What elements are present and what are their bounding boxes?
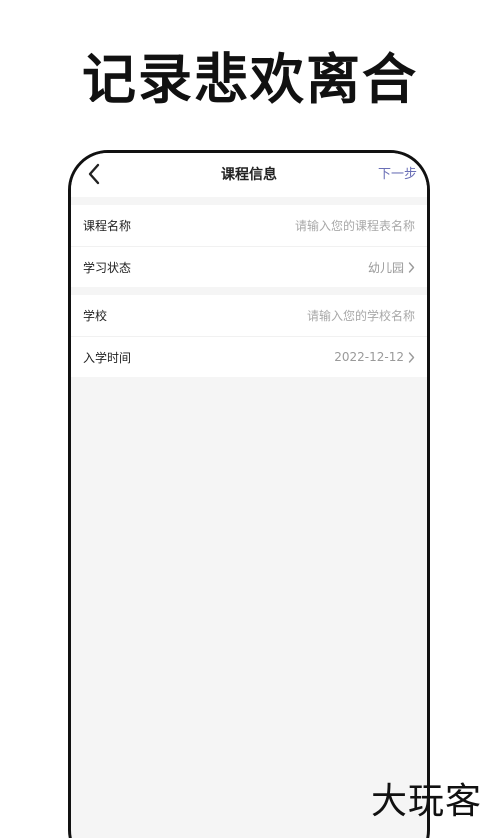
page-title: 课程信息 xyxy=(221,167,277,183)
course-name-row[interactable]: 课程名称 xyxy=(71,205,427,246)
course-name-label: 课程名称 xyxy=(83,219,132,233)
promo-headline: 记录悲欢离合 xyxy=(82,48,418,111)
enroll-date-label: 入学时间 xyxy=(83,350,132,365)
course-name-input[interactable] xyxy=(225,218,415,233)
school-row[interactable]: 学校 xyxy=(71,295,427,336)
study-status-value: 幼儿园 xyxy=(367,260,404,275)
enroll-date-value: 2022-12-12 xyxy=(334,350,404,364)
form-group-school: 学校 入学时间 2022-12-12 xyxy=(71,295,427,377)
school-label: 学校 xyxy=(83,309,108,323)
phone-frame: 课程信息 下一步 课程名称 学习状态 幼儿园 xyxy=(68,150,430,838)
watermark-logo: 大玩客 xyxy=(370,781,482,822)
page: 记录悲欢离合 课程信息 下一步 课程名称 学习状态 幼儿园 xyxy=(0,0,500,838)
chevron-right-icon xyxy=(408,261,415,273)
nav-bar: 课程信息 下一步 xyxy=(71,153,427,197)
form-group-course: 课程名称 学习状态 幼儿园 xyxy=(71,205,427,287)
study-status-label: 学习状态 xyxy=(83,260,132,275)
next-step-button[interactable]: 下一步 xyxy=(378,153,417,197)
enroll-date-row[interactable]: 入学时间 2022-12-12 xyxy=(71,336,427,377)
chevron-right-icon xyxy=(408,351,415,363)
study-status-row[interactable]: 学习状态 幼儿园 xyxy=(71,246,427,287)
school-input[interactable] xyxy=(225,308,415,323)
